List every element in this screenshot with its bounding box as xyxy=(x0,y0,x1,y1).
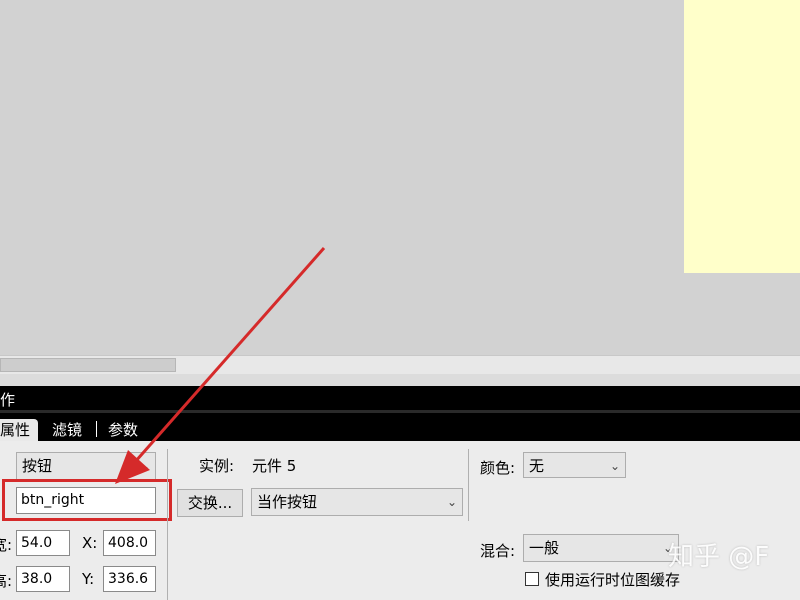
bitmap-cache-checkbox[interactable] xyxy=(525,572,539,586)
height-input[interactable]: 38.0 xyxy=(16,566,70,592)
color-effect-value: 无 xyxy=(529,457,545,475)
y-input[interactable]: 336.6 xyxy=(103,566,156,592)
blend-value: 一般 xyxy=(529,539,560,557)
watermark: 知乎 @F xyxy=(668,542,770,572)
tab-bar: 属性 滤镜 参数 xyxy=(0,413,800,441)
scrollbar-thumb[interactable] xyxy=(0,358,176,372)
panel-title-bar[interactable]: 作 xyxy=(0,386,800,410)
chevron-down-icon: ⌄ xyxy=(609,459,620,473)
behavior-value: 当作按钮 xyxy=(257,493,318,511)
width-label: 宽: xyxy=(0,536,13,554)
stage-canvas[interactable] xyxy=(684,0,800,273)
column-divider xyxy=(468,449,469,521)
x-label: X: xyxy=(82,534,98,552)
symbol-type-dropdown[interactable]: 按钮 ⌄ xyxy=(16,452,156,480)
annotation-highlight-box xyxy=(2,479,172,521)
instance-of-value: 元件 5 xyxy=(252,457,297,475)
column-divider xyxy=(167,449,168,600)
tab-properties[interactable]: 属性 xyxy=(0,419,39,441)
color-effect-dropdown[interactable]: 无 ⌄ xyxy=(523,452,626,478)
color-label: 颜色: xyxy=(480,459,516,477)
swap-button[interactable]: 交换... xyxy=(177,489,243,517)
instance-label: 实例: xyxy=(199,457,235,475)
behavior-dropdown[interactable]: 当作按钮 ⌄ xyxy=(251,488,463,516)
y-label: Y: xyxy=(82,570,95,588)
height-label: 高: xyxy=(0,572,13,590)
horizontal-scrollbar[interactable] xyxy=(0,355,800,374)
tab-parameters[interactable]: 参数 xyxy=(108,419,138,441)
panel-title: 作 xyxy=(0,391,16,409)
bitmap-cache-label: 使用运行时位图缓存 xyxy=(545,571,681,589)
panel-gap xyxy=(0,374,800,386)
symbol-type-value: 按钮 xyxy=(22,457,53,475)
blend-dropdown[interactable]: 一般 ⌄ xyxy=(523,534,679,562)
tab-filters[interactable]: 滤镜 xyxy=(52,419,82,441)
tab-divider xyxy=(96,421,97,437)
chevron-down-icon: ⌄ xyxy=(446,495,457,509)
blend-label: 混合: xyxy=(480,542,516,560)
x-input[interactable]: 408.0 xyxy=(103,530,156,556)
chevron-down-icon: ⌄ xyxy=(139,459,150,473)
width-input[interactable]: 54.0 xyxy=(16,530,70,556)
stage-area[interactable] xyxy=(0,0,800,355)
